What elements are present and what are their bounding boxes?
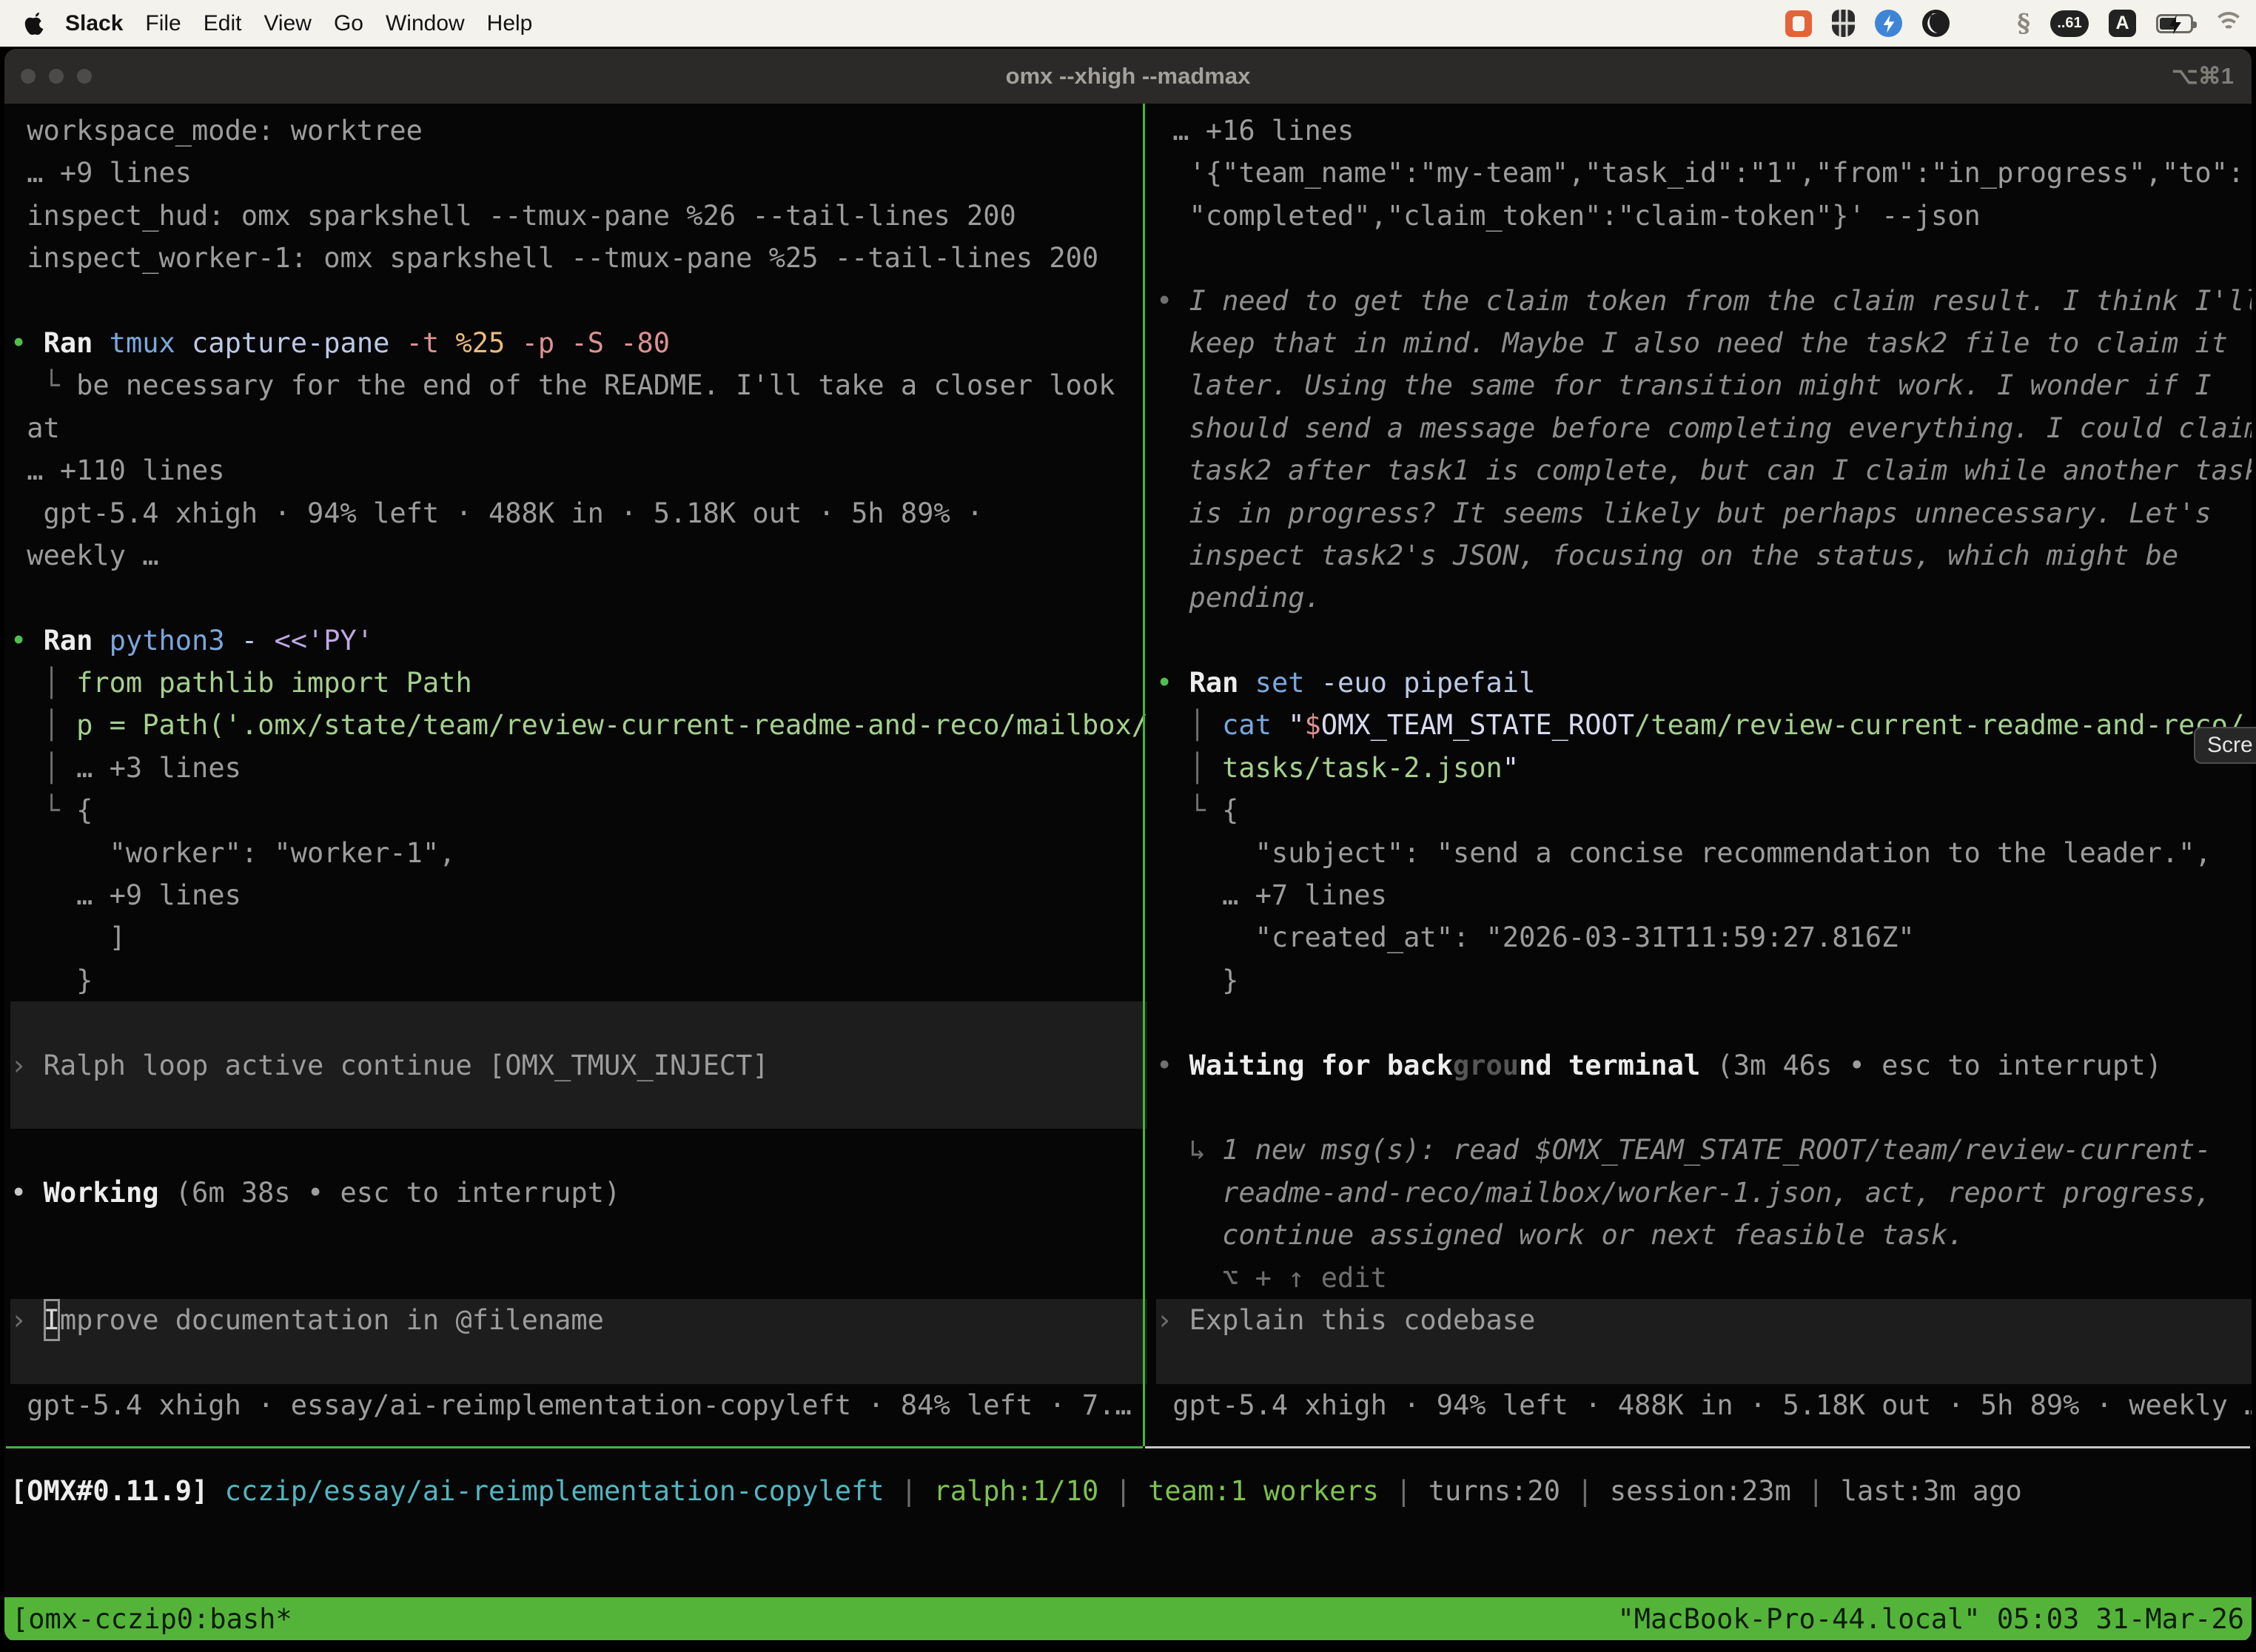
terminal-line: … +9 lines	[10, 874, 1147, 916]
terminal-line: │ from pathlib import Path	[10, 662, 1147, 704]
battery-icon[interactable]	[2156, 14, 2193, 33]
dots-grid-icon[interactable]	[1970, 10, 1997, 37]
terminal-line: '{"team_name":"my-team","task_id":"1","f…	[1156, 152, 2252, 194]
terminal-line: • Ran python3 - <<'PY'	[10, 620, 1147, 662]
terminal-line: ↳ 1 new msg(s): read $OMX_TEAM_STATE_ROO…	[1156, 1129, 2252, 1171]
terminal-line: inspect task2's JSON, focusing on the st…	[1156, 534, 2252, 577]
terminal-line	[1156, 1001, 2252, 1044]
terminal-line: continue assigned work or next feasible …	[1156, 1214, 2252, 1256]
window-title: omx --xhigh --madmax	[4, 49, 2252, 104]
terminal-line: task2 after task1 is complete, but can I…	[1156, 449, 2252, 491]
squiggle-icon[interactable]: §	[2017, 9, 2030, 38]
menu-item-view[interactable]: View	[263, 11, 311, 36]
bolt-circle-icon[interactable]	[1875, 10, 1902, 37]
prompt-bar-line: › Ralph loop active continue [OMX_TMUX_I…	[10, 1044, 1147, 1087]
terminal-line: • I need to get the claim token from the…	[1156, 280, 2252, 322]
terminal-line: │ cat "$OMX_TEAM_STATE_ROOT/team/review-…	[1156, 704, 2252, 746]
terminal-line: gpt-5.4 xhigh · 94% left · 488K in · 5.1…	[10, 492, 1147, 534]
badge-61-icon[interactable]: ..61	[2050, 10, 2089, 37]
terminal-window: omx --xhigh --madmax ⌥⌘1 workspace_mode:…	[4, 49, 2252, 1642]
terminal-line: "completed","claim_token":"claim-token"}…	[1156, 195, 2252, 237]
tmux-pane-right[interactable]: … +16 lines '{"team_name":"my-team","tas…	[1156, 110, 2252, 1426]
tmux-pane-border-active	[6, 1446, 1143, 1448]
terminal-line: … +110 lines	[10, 449, 1147, 491]
terminal-line: at	[10, 407, 1147, 449]
prompt-bar-line: › Improve documentation in @filename	[10, 1299, 1147, 1341]
terminal-line: • Ran tmux capture-pane -t %25 -p -S -80	[10, 322, 1147, 364]
terminal-line	[1156, 237, 2252, 279]
apple-logo-icon[interactable]	[24, 11, 46, 36]
prompt-bar-line	[1156, 1341, 2252, 1383]
terminal-line: ]	[10, 916, 1147, 958]
tmux-status-bar: [omx-cczip0:bash* "MacBook-Pro-44.local"…	[4, 1597, 2252, 1640]
terminal-line: "subject": "send a concise recommendatio…	[1156, 832, 2252, 874]
window-shortcut: ⌥⌘1	[2172, 49, 2234, 104]
terminal-line: pending.	[1156, 577, 2252, 619]
wifi-icon[interactable]	[2213, 12, 2244, 36]
terminal-line	[10, 1129, 1147, 1171]
terminal-line: later. Using the same for transition mig…	[1156, 364, 2252, 406]
prompt-bar-line	[10, 1087, 1147, 1129]
terminal-line: }	[10, 959, 1147, 1001]
terminal-line	[10, 1214, 1147, 1256]
terminal-line: … +9 lines	[10, 152, 1147, 194]
terminal-line: keep that in mind. Maybe I also need the…	[1156, 322, 2252, 364]
tmux-pane-border-inactive	[1145, 1446, 2250, 1448]
prompt-bar-line	[10, 1341, 1147, 1383]
terminal-line: gpt-5.4 xhigh · 94% left · 488K in · 5.1…	[1156, 1384, 2252, 1426]
screenshot-tooltip: Scre	[2194, 727, 2256, 764]
menu-items: Slack File Edit View Go Window Help	[65, 11, 532, 36]
terminal-line: should send a message before completing …	[1156, 407, 2252, 449]
omx-status-line: [OMX#0.11.9] cczip/essay/ai-reimplementa…	[10, 1470, 2246, 1512]
shield-grid-icon[interactable]	[1832, 10, 1855, 37]
moon-circle-icon[interactable]	[1922, 10, 1950, 37]
tmux-pane-divider[interactable]	[1143, 104, 1145, 1446]
terminal-line: readme-and-reco/mailbox/worker-1.json, a…	[1156, 1172, 2252, 1214]
menu-item-file[interactable]: File	[145, 11, 181, 36]
terminal-line: • Waiting for background terminal (3m 46…	[1156, 1044, 2252, 1087]
terminal-line: gpt-5.4 xhigh · essay/ai-reimplementatio…	[10, 1384, 1147, 1426]
text-cursor: I	[44, 1299, 60, 1341]
terminal-line: • Working (6m 38s • esc to interrupt)	[10, 1172, 1147, 1214]
menu-item-edit[interactable]: Edit	[204, 11, 242, 36]
terminal-line: └ {	[1156, 789, 2252, 831]
menu-bar: Slack File Edit View Go Window Help § ..61 A	[0, 0, 2256, 47]
menu-item-go[interactable]: Go	[334, 11, 363, 36]
terminal-line	[10, 577, 1147, 619]
menu-bar-status-icons: § ..61 A	[1785, 9, 2256, 38]
tmux-pane-left[interactable]: workspace_mode: worktree … +9 lines insp…	[10, 110, 1147, 1426]
terminal-line: }	[1156, 959, 2252, 1001]
tmux-host-clock: "MacBook-Pro-44.local" 05:03 31-Mar-26	[1618, 1603, 2244, 1635]
prompt-bar-line: › Explain this codebase	[1156, 1299, 2252, 1341]
menu-item-help[interactable]: Help	[487, 11, 533, 36]
menu-app-name[interactable]: Slack	[65, 11, 123, 36]
terminal-line	[10, 280, 1147, 322]
terminal-line: "worker": "worker-1",	[10, 832, 1147, 874]
terminal-line: "created_at": "2026-03-31T11:59:27.816Z"	[1156, 916, 2252, 958]
terminal-line: │ p = Path('.omx/state/team/review-curre…	[10, 704, 1147, 746]
terminal-line: inspect_hud: omx sparkshell --tmux-pane …	[10, 195, 1147, 237]
terminal-line: … +7 lines	[1156, 874, 2252, 916]
chat-app-icon[interactable]	[1785, 10, 1812, 37]
screen: Slack File Edit View Go Window Help § ..61 A	[0, 0, 2256, 1652]
terminal-line	[1156, 1087, 2252, 1129]
terminal-line	[10, 1257, 1147, 1299]
menu-item-window[interactable]: Window	[386, 11, 465, 36]
terminal-line: • Ran set -euo pipefail	[1156, 662, 2252, 704]
terminal-line: … +16 lines	[1156, 110, 2252, 152]
terminal-line: │ … +3 lines	[10, 747, 1147, 789]
terminal-line: is in progress? It seems likely but perh…	[1156, 492, 2252, 534]
terminal-line	[1156, 620, 2252, 662]
prompt-bar-line	[10, 1001, 1147, 1044]
terminal-line: └ {	[10, 789, 1147, 831]
terminal-line: ⌥ + ↑ edit	[1156, 1257, 2252, 1299]
terminal-line: └ be necessary for the end of the README…	[10, 364, 1147, 406]
tmux-session-label: [omx-cczip0:bash*	[12, 1603, 292, 1635]
window-title-bar[interactable]: omx --xhigh --madmax ⌥⌘1	[4, 49, 2252, 104]
terminal-line: workspace_mode: worktree	[10, 110, 1147, 152]
input-source-icon[interactable]: A	[2109, 10, 2136, 37]
terminal-line: │ tasks/task-2.json"	[1156, 747, 2252, 789]
terminal-line: inspect_worker-1: omx sparkshell --tmux-…	[10, 237, 1147, 279]
terminal-line: weekly …	[10, 534, 1147, 577]
